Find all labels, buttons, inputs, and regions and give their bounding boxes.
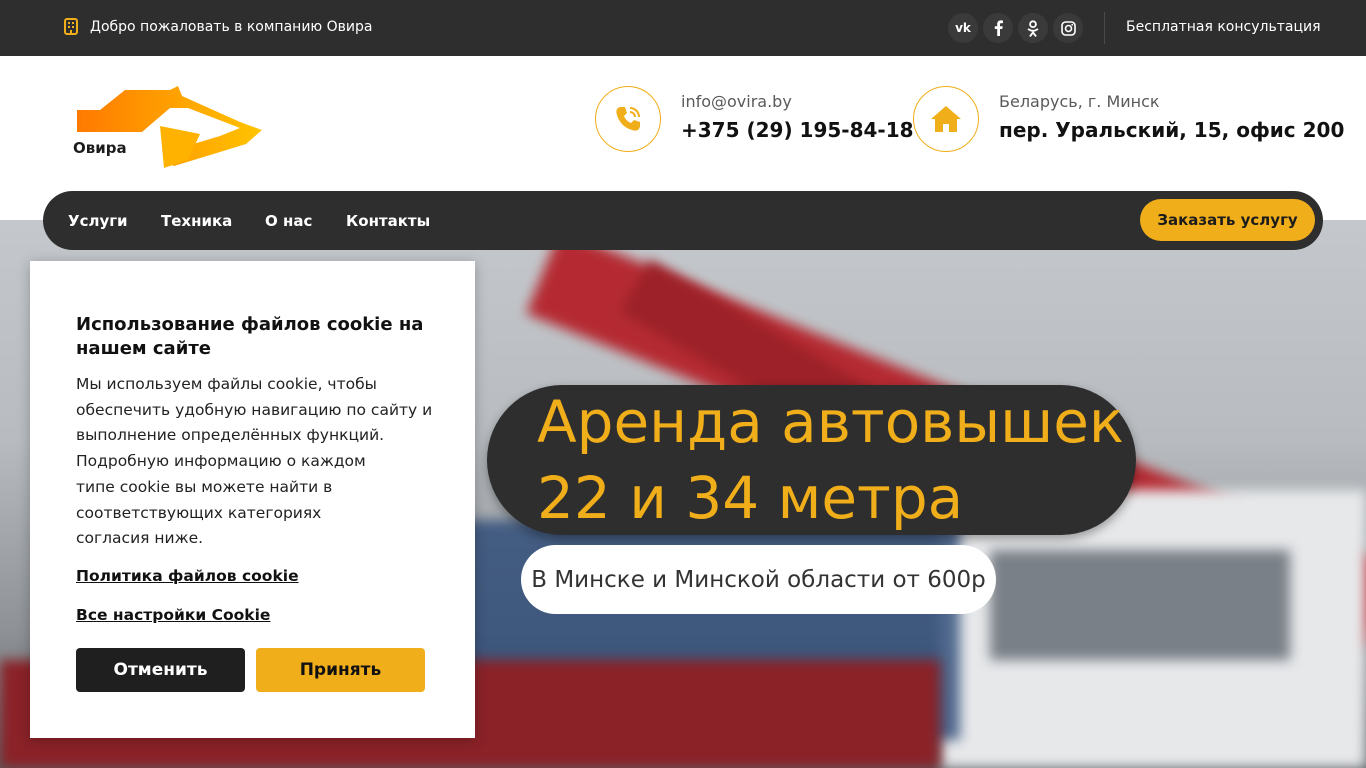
free-consultation-link[interactable]: Бесплатная консультация [1126,19,1321,35]
building-icon [64,18,78,35]
hero-subtitle: В Минске и Минской области от 600р [521,545,996,614]
cookie-consent-panel: Использование файлов cookie на нашем сай… [30,261,475,738]
contact-email[interactable]: info@ovira.by [681,92,792,111]
cookie-cancel-button[interactable]: Отменить [76,648,245,692]
nav-item-services[interactable]: Услуги [68,212,128,230]
home-icon [931,106,961,132]
home-icon-badge [913,86,979,152]
welcome-text: Добро пожаловать в компанию Овира [90,18,373,35]
order-service-button[interactable]: Заказать услугу [1140,199,1315,241]
vk-icon[interactable]: vk [948,13,978,43]
facebook-glyph [994,20,1003,36]
excavator-logo-icon [77,86,262,168]
cookie-accept-button[interactable]: Принять [256,648,425,692]
top-bar: Добро пожаловать в компанию Овира vk Бес… [0,0,1366,56]
facebook-icon[interactable] [983,13,1013,43]
main-nav: Услуги Техника О нас Контакты [43,191,1323,250]
cookie-text-line: обеспечить удобную навигацию по сайту и [76,400,433,419]
cookie-settings-link[interactable]: Все настройки Cookie [76,606,270,624]
nav-item-about[interactable]: О нас [265,212,312,230]
cookie-text-line: согласия ниже. [76,529,204,548]
topbar-divider [1104,12,1105,44]
cookie-text-line: выполнение определённых функций. [76,426,385,445]
cookie-description: Мы используем файлы cookie, чтобы обеспе… [76,372,432,552]
cookie-text-line: типе cookie вы можете найти в [76,477,333,496]
nav-item-equipment[interactable]: Техника [161,212,232,230]
hero-title-line-1: Аренда автовышек [537,388,1124,456]
odnoklassniki-glyph [1027,19,1039,37]
address-city: Беларусь, г. Минск [999,92,1160,111]
cookie-text-line: Подробную информацию о каждом [76,452,366,471]
contact-phone[interactable]: +375 (29) 195-84-18 [681,118,914,142]
hero-truck-window [990,550,1290,660]
cookie-policy-link[interactable]: Политика файлов cookie [76,567,299,585]
nav-item-contacts[interactable]: Контакты [346,212,430,230]
instagram-glyph [1060,20,1076,36]
cookie-text-line: Мы используем файлы cookie, чтобы [76,375,377,393]
instagram-icon[interactable] [1053,13,1083,43]
hero-title-line-2: 22 и 34 метра [537,464,964,532]
phone-icon-badge [595,86,661,152]
logo-text: Овира [73,139,127,157]
address-street: пер. Уральский, 15, офис 200 [999,118,1345,142]
odnoklassniki-icon[interactable] [1018,13,1048,43]
cookie-text-line: соответствующих категориях [76,503,322,522]
cookie-title: Использование файлов cookie на нашем сай… [76,314,424,359]
phone-icon [616,107,640,131]
welcome-message: Добро пожаловать в компанию Овира [64,18,373,35]
